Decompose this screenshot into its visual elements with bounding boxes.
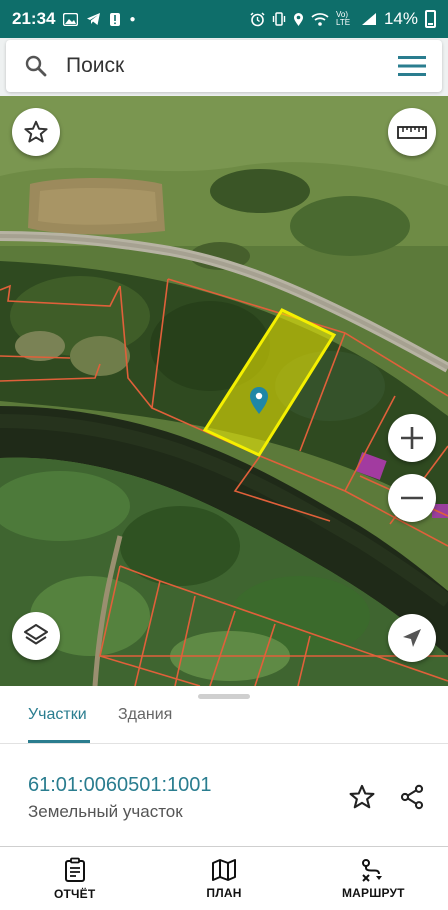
star-outline-icon <box>349 784 375 809</box>
star-outline-icon <box>24 120 48 143</box>
notification-icons: ● <box>63 12 136 27</box>
alert-icon <box>110 12 121 26</box>
nav-report-label: ОТЧЁТ <box>53 886 96 901</box>
search-input[interactable]: Поиск <box>66 54 382 78</box>
telegram-icon <box>87 13 101 25</box>
search-icon[interactable] <box>6 54 66 78</box>
sheet-tabs: Участки Здания <box>0 700 448 744</box>
satellite-map <box>0 96 448 686</box>
share-button[interactable] <box>396 781 428 813</box>
bottom-sheet: Участки Здания 61:01:0060501:1001 Земель… <box>0 686 448 846</box>
status-bar: 21:34 ● Vo) LTE 14% <box>0 0 448 38</box>
parcel-type-label: Земельный участок <box>28 802 183 821</box>
gallery-icon <box>63 12 79 26</box>
battery-icon <box>425 10 436 28</box>
favorite-button[interactable] <box>12 108 60 156</box>
sheet-handle[interactable] <box>198 694 250 699</box>
map-plan-icon <box>211 858 236 881</box>
tab-parcels[interactable]: Участки <box>28 706 87 724</box>
signal-icon <box>361 13 376 25</box>
location-icon <box>293 12 303 26</box>
plus-icon <box>401 427 423 449</box>
ruler-button[interactable] <box>388 108 436 156</box>
zoom-out-button[interactable] <box>388 474 436 522</box>
nav-plan[interactable]: ПЛАН <box>149 847 298 910</box>
nav-route-label: МАРШРУТ <box>341 885 405 900</box>
share-icon <box>400 784 424 810</box>
zoom-in-button[interactable] <box>388 414 436 462</box>
app-screen: 21:34 ● Vo) LTE 14% Поиск Участки Здания… <box>0 0 448 910</box>
tab-buildings[interactable]: Здания <box>118 706 172 724</box>
ruler-icon <box>397 126 427 139</box>
my-location-button[interactable] <box>388 614 436 662</box>
nav-plan-label: ПЛАН <box>206 885 242 900</box>
nav-report[interactable]: ОТЧЁТ <box>0 847 149 910</box>
vibrate-icon <box>272 12 286 26</box>
parcel-cadastral-number[interactable]: 61:01:0060501:1001 <box>28 774 212 797</box>
bottom-navigation: ОТЧЁТ ПЛАН МАРШРУТ <box>0 846 448 910</box>
minus-icon <box>401 496 423 500</box>
search-area: Поиск <box>0 38 448 96</box>
status-right: Vo) LTE 14% <box>250 9 436 29</box>
alarm-icon <box>250 11 265 26</box>
route-icon <box>362 858 383 882</box>
nav-route[interactable]: МАРШРУТ <box>299 847 448 910</box>
active-tab-indicator <box>28 740 90 743</box>
menu-icon[interactable] <box>382 55 442 77</box>
dot-icon: ● <box>129 13 136 25</box>
navigation-arrow-icon <box>403 629 421 647</box>
search-bar[interactable]: Поиск <box>6 40 442 92</box>
network-label: Vo) LTE <box>335 10 351 27</box>
layers-button[interactable] <box>12 612 60 660</box>
map-view[interactable] <box>0 96 448 686</box>
add-favorite-button[interactable] <box>346 781 378 813</box>
report-icon <box>64 857 85 882</box>
wifi-icon <box>311 13 329 26</box>
battery-percent: 14% <box>383 9 418 28</box>
layers-icon <box>24 624 48 645</box>
status-time: 21:34 <box>12 9 56 28</box>
